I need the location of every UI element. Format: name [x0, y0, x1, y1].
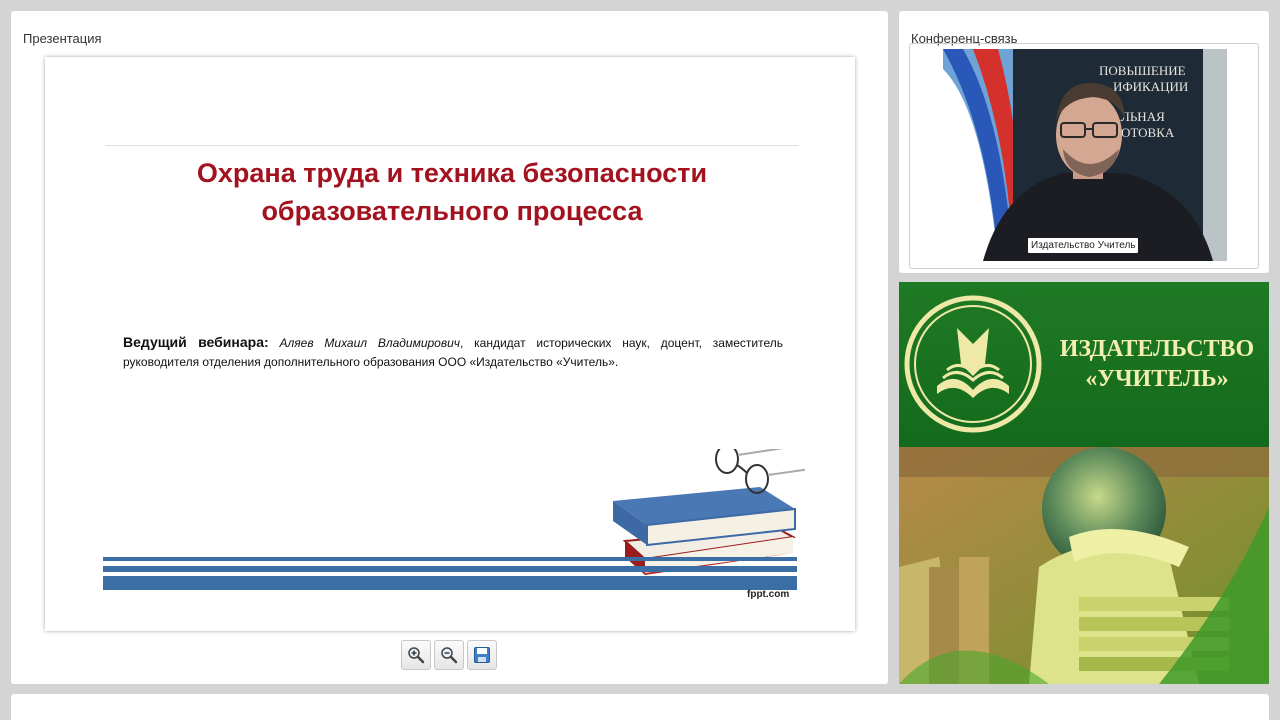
glasses-icon: [715, 449, 805, 494]
save-icon: [474, 647, 490, 663]
brand-line-2: «УЧИТЕЛЬ»: [1085, 366, 1229, 392]
presentation-toolbar: [401, 640, 497, 670]
slide-title: Охрана труда и техника безопасности обра…: [105, 154, 799, 230]
brand-logo-icon: [904, 295, 1042, 433]
svg-text:ОТОВКА: ОТОВКА: [1121, 125, 1175, 140]
slide-title-line-1: Охрана труда и техника безопасности: [196, 158, 708, 188]
zoom-out-button[interactable]: [434, 640, 464, 670]
presentation-panel-title: Презентация: [23, 31, 102, 46]
presentation-panel: Презентация Охрана труда и техника безоп…: [11, 11, 888, 684]
video-name-tag: Издательство Учитель: [1028, 238, 1139, 253]
fppt-watermark: fppt.com: [747, 589, 790, 600]
presentation-slide: Охрана труда и техника безопасности обра…: [45, 57, 855, 631]
zoom-in-button[interactable]: [401, 640, 431, 670]
brand-header: ИЗДАТЕЛЬСТВО «УЧИТЕЛЬ»: [899, 282, 1269, 447]
conference-panel: Конференц-связь ПОВЫШЕНИЕ ИФИКАЦИИ П АЛЬ…: [899, 11, 1269, 273]
books-glasses-illustration: [613, 449, 805, 575]
webcam-video[interactable]: ПОВЫШЕНИЕ ИФИКАЦИИ П АЛЬНАЯ ОТОВКА: [943, 49, 1227, 261]
zoom-out-icon: [441, 647, 458, 664]
brand-panel: ИЗДАТЕЛЬСТВО «УЧИТЕЛЬ»: [899, 282, 1269, 684]
zoom-in-icon: [408, 647, 425, 664]
host-name: Аляев Михаил Владимирович: [279, 336, 461, 350]
speaker-video-image: ПОВЫШЕНИЕ ИФИКАЦИИ П АЛЬНАЯ ОТОВКА: [943, 49, 1227, 261]
host-label: Ведущий вебинара:: [123, 334, 269, 350]
bottom-bar: [11, 694, 1269, 720]
brand-line-1: ИЗДАТЕЛЬСТВО: [1059, 336, 1255, 362]
svg-text:ПОВЫШЕНИЕ: ПОВЫШЕНИЕ: [1099, 63, 1186, 78]
svg-text:ИФИКАЦИИ: ИФИКАЦИИ: [1113, 79, 1188, 94]
slide-host-info: Ведущий вебинара: Аляев Михаил Владимиро…: [123, 333, 783, 372]
slide-divider: [105, 145, 799, 146]
slide-title-line-2: образовательного процесса: [261, 196, 643, 226]
library-books-image: [899, 447, 1269, 684]
save-button[interactable]: [467, 640, 497, 670]
brand-name: ИЗДАТЕЛЬСТВО «УЧИТЕЛЬ»: [1051, 334, 1263, 394]
